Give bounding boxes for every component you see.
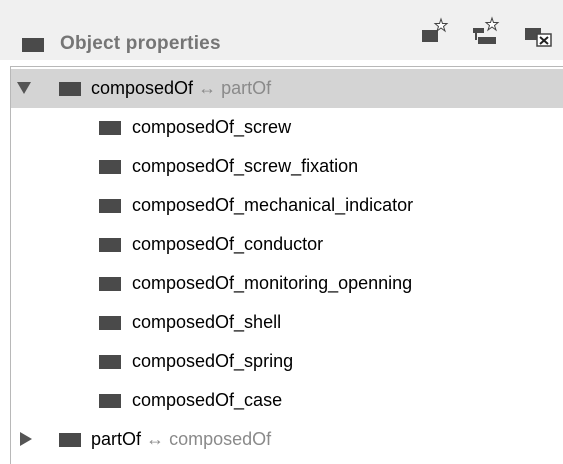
tree-node-label: partOf ↔ composedOf	[91, 429, 271, 450]
object-property-icon	[59, 433, 81, 447]
tree-node-child[interactable]: composedOf_screw_fixation	[11, 147, 563, 186]
expand-toggle-icon[interactable]	[19, 432, 33, 446]
property-tree: composedOf ↔ partOf composedOf_screw com…	[10, 66, 563, 464]
object-property-icon	[99, 238, 121, 252]
tree-node-label: composedOf_monitoring_openning	[132, 273, 413, 293]
tree-node-label: composedOf_spring	[132, 351, 294, 371]
tree-node-child[interactable]: composedOf_screw	[11, 108, 563, 147]
delete-property-button[interactable]	[523, 16, 555, 48]
panel-header: Object properties	[0, 0, 563, 60]
tree-node-child[interactable]: composedOf_monitoring_openning	[11, 264, 563, 303]
property-name: composedOf	[91, 78, 194, 98]
tree-node-child[interactable]: composedOf_spring	[11, 342, 563, 381]
tree-node-child[interactable]: composedOf_conductor	[11, 225, 563, 264]
object-property-icon	[59, 82, 81, 96]
tree-node-child[interactable]: composedOf_mechanical_indicator	[11, 186, 563, 225]
object-property-icon	[22, 38, 44, 52]
add-sibling-property-icon	[473, 16, 500, 44]
object-property-icon	[99, 199, 121, 213]
inverse-property-name: composedOf	[169, 429, 272, 449]
add-subproperty-button[interactable]	[418, 16, 450, 48]
object-property-icon	[99, 355, 121, 369]
add-subproperty-icon	[422, 17, 449, 42]
object-property-icon	[99, 121, 121, 135]
object-property-icon	[99, 394, 121, 408]
object-property-icon	[99, 316, 121, 330]
object-property-icon	[99, 277, 121, 291]
property-name: partOf	[91, 429, 142, 449]
tree-node-composedOf[interactable]: composedOf ↔ partOf	[11, 69, 563, 108]
panel-title: Object properties	[60, 33, 221, 54]
tree-node-label: composedOf_mechanical_indicator	[132, 195, 414, 215]
object-properties-panel: Object properties composedOf ↔ partOf co…	[0, 0, 563, 464]
tree-node-label: composedOf_screw	[132, 117, 292, 137]
object-property-icon	[99, 160, 121, 174]
tree-node-child[interactable]: composedOf_case	[11, 381, 563, 420]
tree-node-label: composedOf_screw_fixation	[132, 156, 359, 176]
tree-node-partOf[interactable]: partOf ↔ composedOf	[11, 420, 563, 459]
tree-node-label: composedOf_shell	[132, 312, 282, 332]
tree-node-label: composedOf ↔ partOf	[91, 78, 271, 99]
tree-node-child[interactable]: composedOf_shell	[11, 303, 563, 342]
collapse-toggle-icon[interactable]	[17, 81, 31, 95]
inverse-arrow: ↔	[146, 429, 165, 449]
tree-node-label: composedOf_conductor	[132, 234, 324, 254]
inverse-property-name: partOf	[221, 78, 272, 98]
tree-node-label: composedOf_case	[132, 390, 283, 410]
inverse-arrow: ↔	[198, 78, 217, 98]
add-sibling-property-button[interactable]	[470, 16, 502, 48]
delete-property-icon	[525, 28, 552, 47]
